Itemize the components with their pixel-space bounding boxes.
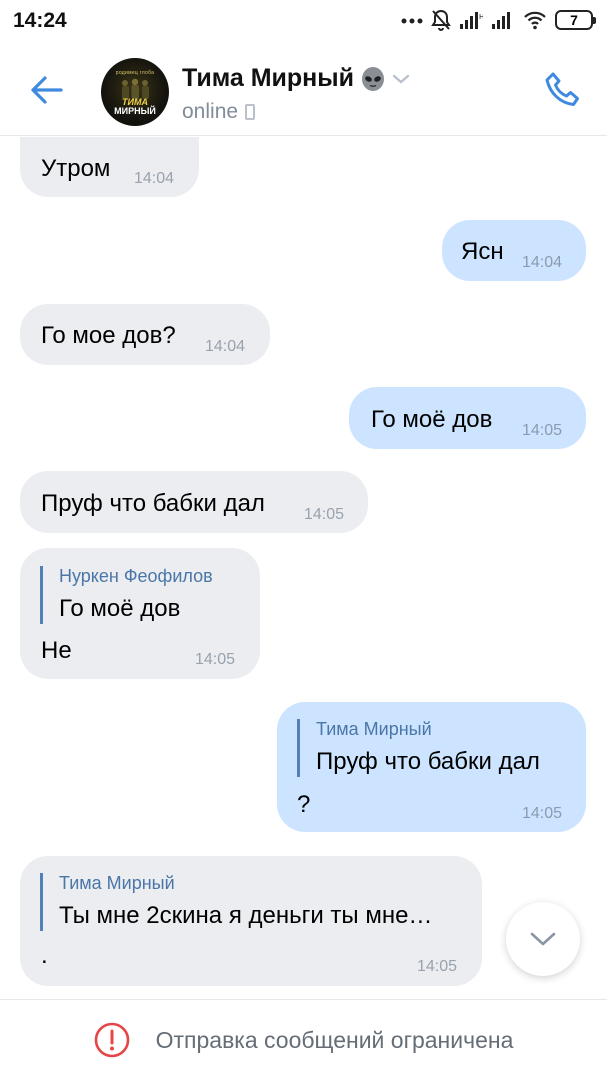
message-text: Пруф что бабки дал	[41, 490, 265, 517]
reply-author: Нуркен Феофилов	[59, 566, 213, 586]
avatar-logo: ТИМА МИРНЫЙ	[101, 98, 169, 116]
restriction-notice: Отправка сообщений ограничена	[155, 1026, 514, 1053]
message-time: 14:05	[522, 422, 563, 439]
wifi-icon	[524, 11, 546, 30]
message-time: 14:05	[304, 506, 345, 523]
arrow-left-icon	[31, 76, 63, 104]
chat-header: родимец глоба ТИМА МИРНЫЙ Тима Мирный on…	[0, 44, 607, 136]
reply-text: Ты мне 2скина я деньги ты мне…	[59, 902, 433, 929]
alien-icon	[362, 66, 384, 91]
chevron-down-icon	[392, 74, 410, 84]
message-bubble-incoming[interactable]: Тима Мирный Ты мне 2скина я деньги ты мн…	[20, 856, 482, 986]
message-bubble-outgoing[interactable]: Го моё дов 14:05	[349, 387, 586, 449]
avatar[interactable]: родимец глоба ТИМА МИРНЫЙ	[101, 58, 169, 126]
message-text: Ясн	[461, 238, 504, 265]
message-bubble-incoming[interactable]: Го мое дов? 14:04	[20, 304, 270, 365]
message-bubble-incoming[interactable]: Утром 14:04	[20, 137, 199, 197]
contact-status: online	[182, 100, 256, 124]
message-bubble-incoming[interactable]: Пруф что бабки дал 14:05	[20, 471, 368, 533]
message-bubble-outgoing[interactable]: Ясн 14:04	[442, 220, 586, 281]
message-text: Го мое дов?	[41, 322, 176, 349]
bell-muted-icon	[431, 9, 451, 31]
message-text: Го моё дов	[371, 406, 493, 433]
message-text: Утром	[41, 155, 111, 182]
status-time: 14:24	[13, 9, 67, 32]
battery-level: 7	[570, 12, 578, 28]
message-time: 14:05	[522, 805, 563, 822]
reply-quote[interactable]: Тима Мирный Пруф что бабки дал	[297, 719, 540, 777]
message-time: 14:05	[195, 651, 236, 668]
chevron-down-icon	[530, 932, 556, 946]
reply-quote[interactable]: Тима Мирный Ты мне 2скина я деньги ты мн…	[40, 873, 432, 931]
message-bubble-outgoing[interactable]: Тима Мирный Пруф что бабки дал ? 14:05	[277, 702, 586, 832]
battery-icon: 7	[555, 10, 596, 30]
status-icons: H 7	[401, 9, 596, 31]
scroll-to-bottom-button[interactable]	[506, 902, 580, 976]
message-text: .	[41, 942, 48, 969]
back-button[interactable]	[20, 64, 72, 116]
message-time: 14:05	[417, 958, 458, 975]
message-text: ?	[297, 791, 311, 818]
reply-author: Тима Мирный	[316, 719, 432, 739]
call-button[interactable]	[541, 68, 585, 112]
contact-name-button[interactable]: Тима Мирный	[182, 64, 410, 93]
message-time: 14:04	[205, 338, 246, 355]
message-text: Не	[41, 637, 72, 664]
mobile-device-icon	[245, 104, 256, 120]
message-time: 14:04	[522, 254, 563, 271]
avatar-caption: родимец глоба	[115, 70, 155, 76]
signal-icon	[492, 12, 510, 29]
svg-text:H: H	[479, 13, 483, 21]
signal-icon: H	[460, 12, 483, 29]
online-status: online	[182, 100, 239, 123]
reply-author: Тима Мирный	[59, 873, 175, 893]
dots-icon	[401, 18, 423, 24]
warning-icon	[94, 1022, 129, 1058]
composer-restricted-bar: Отправка сообщений ограничена	[0, 999, 607, 1080]
reply-text: Го моё дов	[59, 595, 181, 622]
status-bar: 14:24 H 7	[0, 0, 607, 44]
reply-quote[interactable]: Нуркен Феофилов Го моё дов	[40, 566, 213, 624]
contact-name: Тима Мирный	[182, 64, 354, 92]
avatar-logo-line2: МИРНЫЙ	[114, 106, 156, 116]
phone-icon	[545, 72, 579, 106]
reply-text: Пруф что бабки дал	[316, 748, 540, 775]
message-bubble-incoming[interactable]: Нуркен Феофилов Го моё дов Не 14:05	[20, 548, 260, 679]
message-time: 14:04	[134, 170, 175, 187]
